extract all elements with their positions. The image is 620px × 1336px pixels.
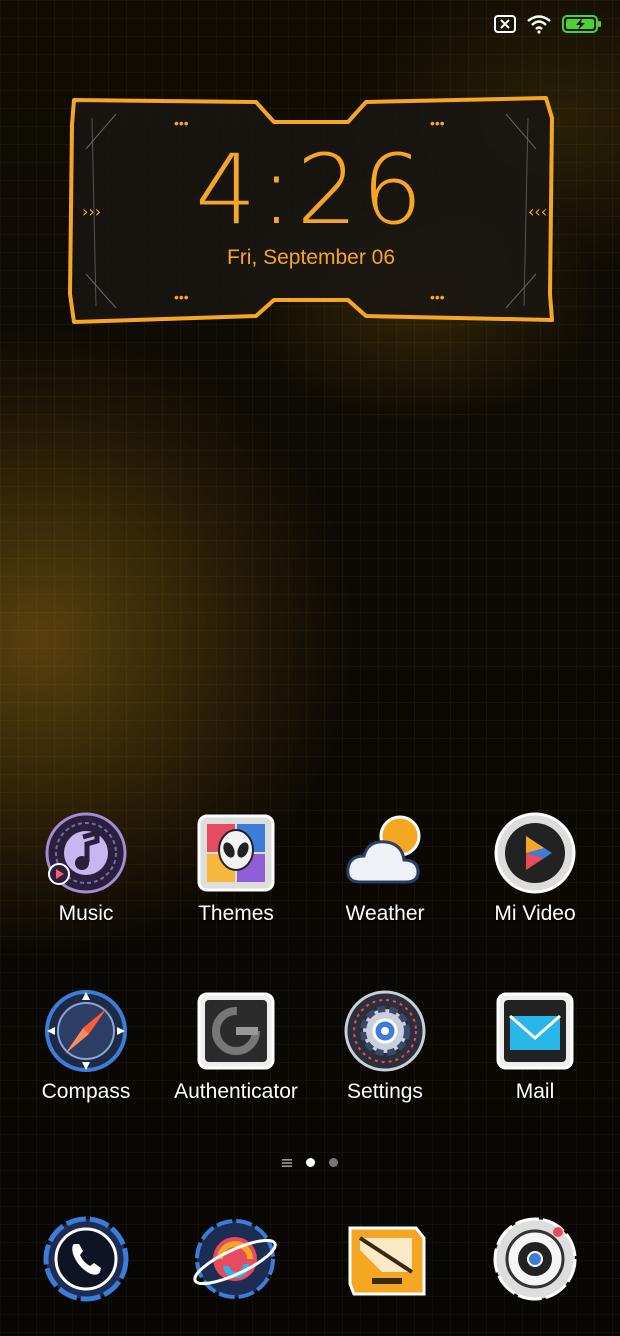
app-label: Settings xyxy=(347,1080,423,1103)
mail-icon xyxy=(496,992,574,1070)
app-mail[interactable]: Mail xyxy=(460,988,610,1104)
svg-text:•••: ••• xyxy=(430,115,445,131)
compass-icon xyxy=(45,990,127,1072)
menu-lines-icon xyxy=(282,1158,292,1167)
wifi-icon xyxy=(527,15,551,34)
svg-text:•••: ••• xyxy=(174,289,189,305)
page-indicator[interactable] xyxy=(0,1158,620,1167)
messages-icon xyxy=(348,1226,426,1296)
themes-icon xyxy=(197,814,275,892)
page-dot-active xyxy=(306,1158,315,1167)
clock-date: Fri, September 06 xyxy=(226,246,396,269)
app-music[interactable]: Music xyxy=(11,810,161,926)
mi-video-icon xyxy=(494,812,576,894)
app-mi-video[interactable]: Mi Video xyxy=(460,810,610,926)
dock-camera[interactable] xyxy=(490,1214,580,1304)
dock-phone[interactable] xyxy=(41,1214,131,1304)
app-compass[interactable]: Compass xyxy=(11,988,161,1104)
dock-messages[interactable] xyxy=(342,1214,432,1304)
app-label: Weather xyxy=(345,902,425,925)
app-label: Themes xyxy=(198,902,274,925)
app-label: Authenticator xyxy=(174,1080,298,1103)
svg-text:•••: ••• xyxy=(430,289,445,305)
browser-icon xyxy=(193,1219,277,1299)
app-label: Mail xyxy=(515,1080,555,1103)
app-themes[interactable]: Themes xyxy=(161,810,311,926)
music-icon xyxy=(45,812,127,894)
app-weather[interactable]: Weather xyxy=(310,810,460,926)
settings-icon xyxy=(344,990,426,1072)
authenticator-icon xyxy=(197,992,275,1070)
phone-icon xyxy=(43,1216,129,1302)
camera-icon xyxy=(493,1217,577,1301)
app-label: Music xyxy=(58,902,114,925)
clock-time: 4:26 xyxy=(195,134,427,246)
clock-widget[interactable]: ››› ‹‹‹ ••• ••• ••• ••• 4:26 Fri, Septem… xyxy=(66,94,556,326)
app-authenticator[interactable]: Authenticator xyxy=(161,988,311,1104)
sim-x-icon xyxy=(494,15,516,33)
app-label: Mi Video xyxy=(494,902,576,925)
weather-icon xyxy=(346,815,421,884)
dock-browser[interactable] xyxy=(190,1214,280,1304)
app-settings[interactable]: Settings xyxy=(310,988,460,1104)
svg-text:•••: ••• xyxy=(174,115,189,131)
page-dot xyxy=(329,1158,338,1167)
app-label: Compass xyxy=(41,1080,131,1103)
battery-charging-icon xyxy=(562,15,601,33)
status-bar xyxy=(494,14,602,34)
